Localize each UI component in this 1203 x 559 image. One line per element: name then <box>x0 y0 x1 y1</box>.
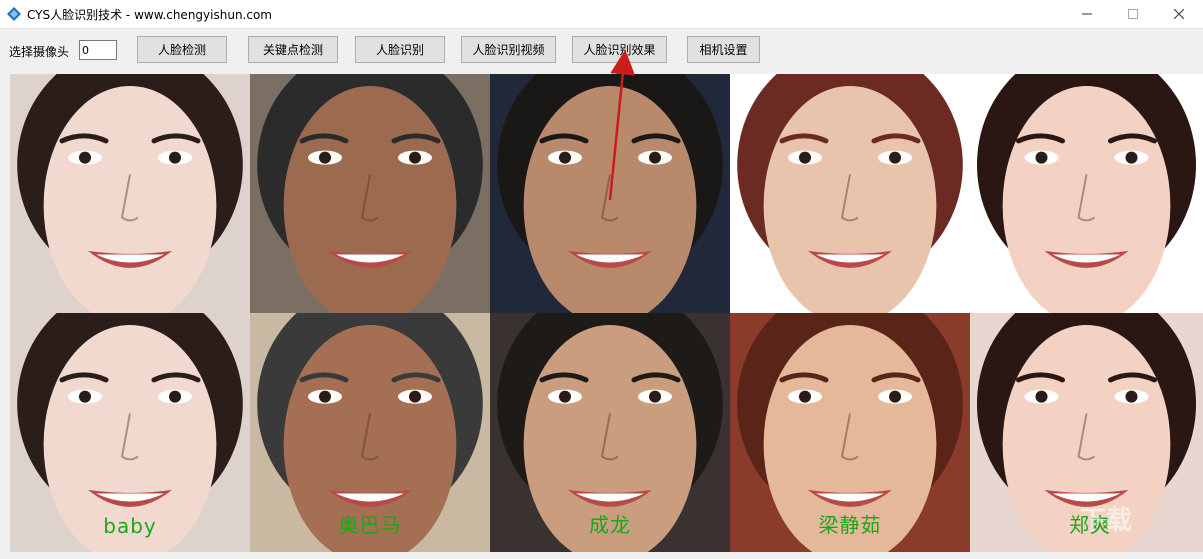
camera-index-input[interactable] <box>79 40 117 60</box>
keypoint-detect-button[interactable]: 关键点检测 <box>248 36 338 63</box>
close-icon <box>1174 9 1184 19</box>
recognized-face-1: baby <box>10 313 250 552</box>
watermark-logo: 下载 <box>1080 506 1133 536</box>
minimize-button[interactable] <box>1064 0 1110 28</box>
recognized-name-label: 成龙 <box>589 513 631 537</box>
reference-face-1 <box>10 74 250 313</box>
reference-face-5 <box>970 74 1203 313</box>
face-recognize-button[interactable]: 人脸识别 <box>355 36 445 63</box>
close-button[interactable] <box>1156 0 1202 28</box>
recognized-name-label: 梁静茹 <box>818 513 882 537</box>
maximize-button[interactable] <box>1110 0 1156 28</box>
recognized-face-4: 梁静茹 <box>730 313 970 552</box>
recognized-name-label: 奥巴马 <box>338 513 402 537</box>
reference-face-2 <box>250 74 490 313</box>
window-title: CYS人脸识别技术 - www.chengyishun.com <box>27 8 272 22</box>
face-detect-button[interactable]: 人脸检测 <box>137 36 227 63</box>
face-recognize-result-button[interactable]: 人脸识别效果 <box>572 36 667 63</box>
reference-face-3 <box>490 74 730 313</box>
recognized-face-2: 奥巴马 <box>250 313 490 552</box>
title-bar: CYS人脸识别技术 - www.chengyishun.com <box>0 0 1203 29</box>
toolbar: 选择摄像头 人脸检测 关键点检测 人脸识别 人脸识别视频 人脸识别效果 相机设置 <box>0 29 1203 73</box>
recognized-name-label: baby <box>103 514 157 538</box>
app-logo-icon <box>7 6 21 21</box>
reference-face-4 <box>730 74 970 313</box>
maximize-icon <box>1128 9 1138 19</box>
camera-label: 选择摄像头 <box>9 45 70 59</box>
minimize-icon <box>1082 13 1092 15</box>
face-recognize-video-button[interactable]: 人脸识别视频 <box>461 36 556 63</box>
face-gallery: baby 奥巴马 成龙 梁静茹 郑爽 <box>10 74 1203 552</box>
camera-settings-button[interactable]: 相机设置 <box>687 36 760 63</box>
recognized-face-3: 成龙 <box>490 313 730 552</box>
